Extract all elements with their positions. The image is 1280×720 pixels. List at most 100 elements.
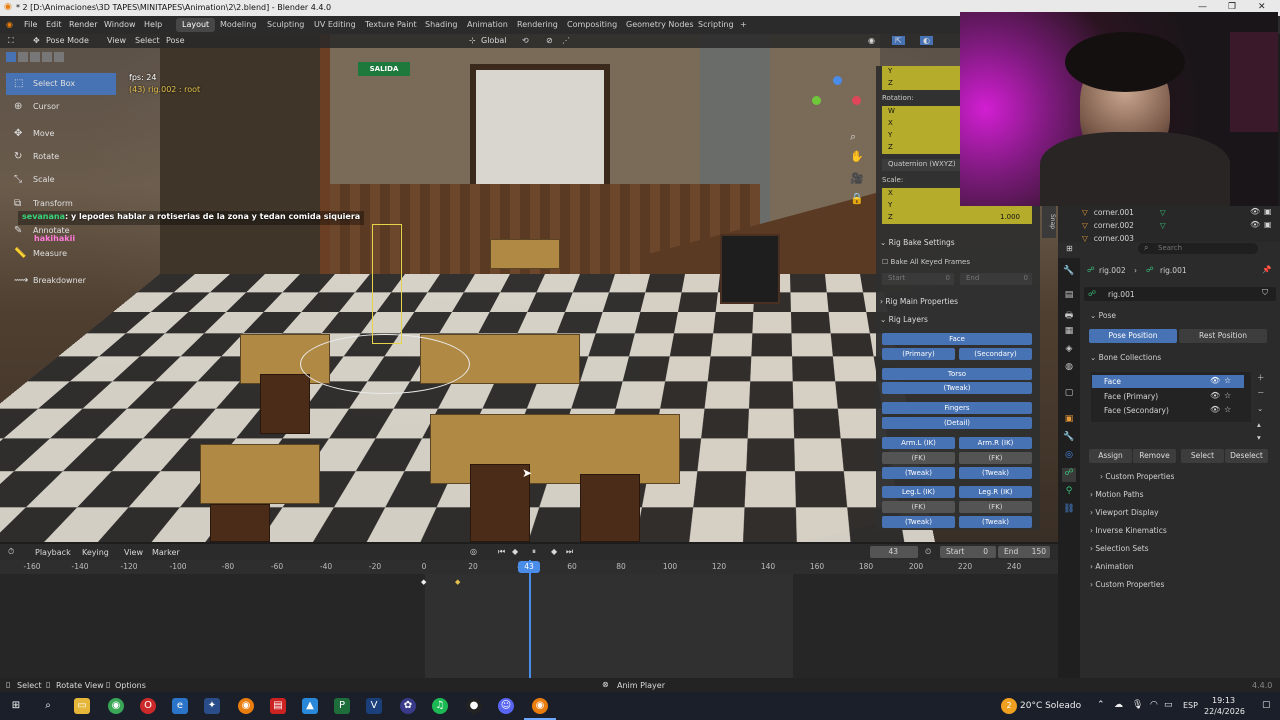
layer-face-secondary-button[interactable]: (Secondary): [959, 348, 1032, 360]
marker-menu[interactable]: Marker: [152, 548, 180, 557]
modifier-tab-icon[interactable]: 🔧: [1062, 432, 1076, 446]
menu-render[interactable]: Render: [69, 20, 97, 29]
bone-collections-header[interactable]: ⌄ Bone Collections: [1090, 353, 1161, 362]
tab-compositing[interactable]: Compositing: [561, 18, 623, 32]
eye-icon[interactable]: 👁: [1210, 376, 1220, 385]
visibility-icon[interactable]: ◉: [868, 36, 875, 45]
select-intersect-icon[interactable]: [54, 52, 64, 62]
assign-button[interactable]: Assign: [1089, 449, 1132, 463]
view-layer-tab-icon[interactable]: ▦: [1062, 326, 1076, 340]
pt-app-icon[interactable]: P: [334, 698, 350, 714]
playhead-frame-label[interactable]: 43: [518, 561, 540, 573]
rig-bake-header[interactable]: ⌄ Rig Bake Settings: [880, 238, 955, 247]
file-explorer-icon[interactable]: ▭: [74, 698, 90, 714]
tool-breakdowner[interactable]: ⟿ Breakdowner: [6, 270, 116, 292]
collection-item-face-primary[interactable]: Face (Primary) 👁 ☆: [1092, 390, 1244, 403]
timeline-view-menu[interactable]: View: [124, 548, 143, 557]
start-frame-field[interactable]: Start 0: [940, 546, 996, 558]
rig-character[interactable]: [372, 224, 402, 344]
layer-arm-l-ik-button[interactable]: Arm.L (IK): [882, 437, 955, 449]
app-icon[interactable]: ✿: [400, 698, 416, 714]
world-tab-icon[interactable]: ◍: [1062, 362, 1076, 376]
tab-animation[interactable]: Animation: [461, 18, 514, 32]
datablock-name[interactable]: rig.001: [1108, 290, 1135, 299]
collection-item-face[interactable]: Face 👁 ☆: [1092, 375, 1244, 388]
tab-texture-paint[interactable]: Texture Paint: [359, 18, 423, 32]
object-tab-icon[interactable]: ▣: [1062, 414, 1076, 428]
playback-menu[interactable]: Playback: [35, 548, 71, 557]
preview-range-icon[interactable]: ⏲: [925, 547, 931, 557]
add-collection-icon[interactable]: ＋: [1257, 372, 1265, 383]
output-tab-icon[interactable]: 🖶: [1062, 308, 1076, 322]
select-button[interactable]: Select: [1181, 449, 1224, 463]
star-icon[interactable]: ☆: [1224, 391, 1231, 400]
clock-icon[interactable]: ⏱: [8, 547, 14, 557]
language-indicator[interactable]: ESP: [1183, 701, 1198, 710]
bone-constraint-tab-icon[interactable]: ⛓: [1062, 504, 1076, 518]
spotify-icon[interactable]: ♫: [432, 698, 448, 714]
bake-end-field[interactable]: End 0: [960, 273, 1032, 285]
camera-icon[interactable]: 🎥: [850, 172, 864, 185]
editor-type-icon[interactable]: ⊞: [1066, 244, 1073, 253]
opera-icon[interactable]: O: [140, 698, 156, 714]
layer-arm-r-fk-button[interactable]: (FK): [959, 452, 1032, 464]
scene-tab-icon[interactable]: ◈: [1062, 344, 1076, 358]
menu-view[interactable]: View: [107, 36, 126, 45]
next-keyframe-icon[interactable]: ◆: [551, 547, 557, 556]
tab-sculpting[interactable]: Sculpting: [261, 18, 310, 32]
maximize-button[interactable]: ❐: [1228, 2, 1236, 12]
tab-layout[interactable]: Layout: [176, 18, 215, 32]
proportional-icon[interactable]: ⋰: [562, 36, 570, 45]
move-down-icon[interactable]: ▾: [1257, 433, 1261, 442]
photoshop-icon[interactable]: ▲: [302, 698, 318, 714]
menu-select[interactable]: Select: [135, 36, 160, 45]
panel-viewport-display[interactable]: › Viewport Display: [1090, 508, 1159, 517]
shield-icon[interactable]: ⛉: [1262, 288, 1268, 298]
gizmo-toggle-icon[interactable]: ⇱: [892, 36, 905, 45]
tray-chevron-icon[interactable]: ⌃: [1097, 700, 1105, 710]
tool-select-box[interactable]: ⬚ Select Box: [6, 73, 116, 95]
edge-icon[interactable]: e: [172, 698, 188, 714]
tray-app-icon[interactable]: ☁: [1114, 700, 1123, 710]
end-frame-field[interactable]: End 150: [998, 546, 1050, 558]
layer-leg-r-tweak-button[interactable]: (Tweak): [959, 516, 1032, 528]
menu-window[interactable]: Window: [104, 20, 136, 29]
close-button[interactable]: ✕: [1258, 2, 1266, 12]
timeline-editor[interactable]: ⏱ Playback Keying View Marker ◎ ⏮ ◆ ⏸ ◆ …: [0, 544, 1058, 678]
outliner-row[interactable]: ▽ corner.003: [1082, 234, 1134, 242]
bone-tab-icon[interactable]: ⚲: [1062, 486, 1076, 500]
move-up-icon[interactable]: ▴: [1257, 420, 1261, 429]
keyframe-diamond-icon[interactable]: ◆: [421, 578, 426, 586]
tab-uv-editing[interactable]: UV Editing: [308, 18, 362, 32]
navigation-gizmo[interactable]: [812, 76, 864, 128]
keying-menu[interactable]: Keying: [82, 548, 109, 557]
mode-dropdown[interactable]: Pose Mode: [46, 36, 89, 45]
star-icon[interactable]: ☆: [1224, 376, 1231, 385]
remove-button[interactable]: Remove: [1133, 449, 1176, 463]
menu-pose[interactable]: Pose: [166, 36, 185, 45]
tool-tab-icon[interactable]: 🔧: [1062, 266, 1076, 280]
panel-custom-properties[interactable]: › Custom Properties: [1090, 580, 1164, 589]
layer-leg-l-fk-button[interactable]: (FK): [882, 501, 955, 513]
zoom-icon[interactable]: ⌕: [850, 130, 856, 144]
tab-geometry-nodes[interactable]: Geometry Nodes: [620, 18, 699, 32]
layer-arm-l-tweak-button[interactable]: (Tweak): [882, 467, 955, 479]
tool-rotate[interactable]: ↻ Rotate: [6, 146, 116, 168]
layer-torso-button[interactable]: Torso: [882, 368, 1032, 380]
camera-render-icon[interactable]: ▣: [1264, 220, 1272, 229]
axis-y-icon[interactable]: [812, 96, 821, 105]
layer-leg-r-fk-button[interactable]: (FK): [959, 501, 1032, 513]
panel-selection-sets[interactable]: › Selection Sets: [1090, 544, 1149, 553]
add-workspace-button[interactable]: +: [734, 18, 753, 32]
layer-leg-l-ik-button[interactable]: Leg.L (IK): [882, 486, 955, 498]
properties-search-input[interactable]: Search: [1138, 243, 1258, 254]
menu-help[interactable]: Help: [144, 20, 162, 29]
discord-icon[interactable]: ☺: [498, 698, 514, 714]
network-icon[interactable]: ▭: [1164, 700, 1173, 710]
collection-tab-icon[interactable]: ▢: [1062, 388, 1076, 402]
tool-move[interactable]: ✥ Move: [6, 123, 116, 145]
orientation-dropdown[interactable]: Global: [481, 36, 507, 45]
search-icon[interactable]: ⌕: [40, 698, 56, 714]
current-frame-field[interactable]: 43: [870, 546, 918, 558]
render-tab-icon[interactable]: ▤: [1062, 290, 1076, 304]
